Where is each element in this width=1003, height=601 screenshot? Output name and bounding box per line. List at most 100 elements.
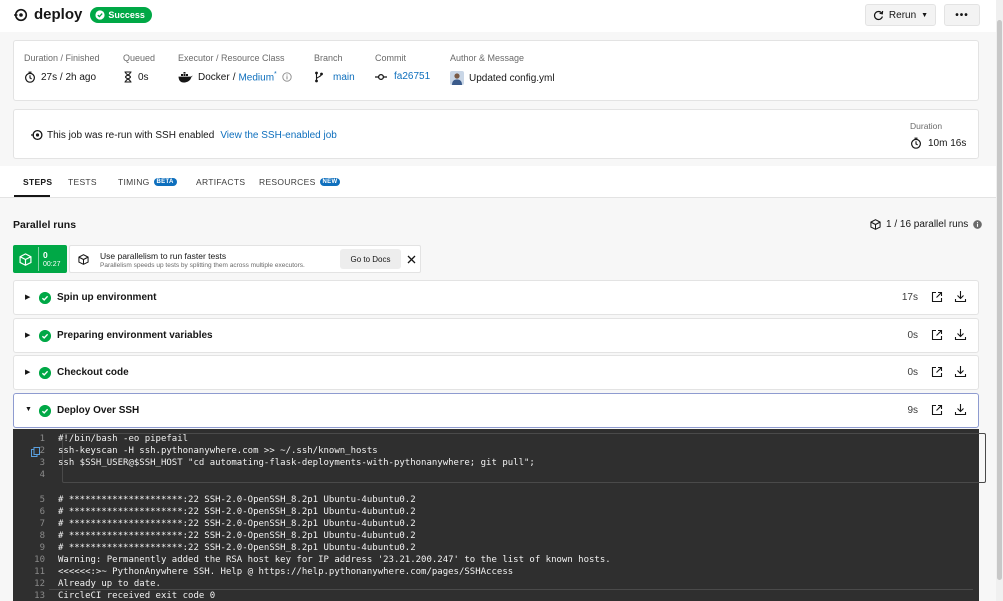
step-duration: 9s: [907, 405, 918, 416]
job-status-icon: [14, 8, 28, 21]
parallel-runs-count: 1 / 16 parallel runs: [870, 219, 983, 230]
ssh-job-link[interactable]: View the SSH-enabled job: [220, 130, 337, 141]
step-deploy-over-ssh[interactable]: ▼ Deploy Over SSH 9s: [13, 393, 979, 428]
external-link-icon[interactable]: [931, 329, 943, 341]
tab-label: TESTS: [68, 177, 97, 187]
hourglass-icon: [124, 71, 132, 83]
cube-icon: [870, 219, 881, 230]
line-text: <<<<<<:>~ PythonAnywhere SSH. Help @ htt…: [58, 567, 514, 577]
line-number: 1: [39, 434, 45, 444]
docker-icon: [178, 71, 193, 83]
tab-label: STEPS: [23, 177, 53, 187]
exit-code-divider: [49, 589, 973, 601]
close-icon[interactable]: [407, 255, 416, 264]
more-actions-button[interactable]: •••: [944, 4, 980, 26]
terminal-line: 8 # *********************:22 SSH-2.0-Open…: [13, 530, 416, 542]
meta-label: Executor / Resource Class: [178, 53, 285, 63]
external-link-icon[interactable]: [931, 366, 943, 378]
rerun-button[interactable]: Rerun ▼: [865, 4, 936, 26]
info-icon[interactable]: [973, 220, 983, 229]
rerun-duration-value: 10m 16s: [928, 137, 967, 149]
line-number: 6: [39, 507, 45, 517]
resource-class-label: Medium: [238, 72, 275, 84]
author-avatar[interactable]: [450, 71, 464, 85]
line-number: 13: [34, 591, 45, 601]
external-link-icon[interactable]: [931, 404, 943, 416]
step-checkout-code[interactable]: ▶ Checkout code 0s: [13, 355, 979, 390]
commit-link[interactable]: fa26751: [394, 71, 430, 82]
line-text: ssh $SSH_USER@$SSH_HOST "cd automating-f…: [58, 458, 535, 468]
parallelism-tip: Use parallelism to run faster tests Para…: [69, 245, 421, 273]
download-icon[interactable]: [954, 328, 967, 341]
ssh-job-icon: [31, 129, 43, 141]
line-number: 3: [39, 458, 45, 468]
cube-icon: [78, 254, 89, 265]
scrollbar-thumb[interactable]: [997, 20, 1002, 580]
terminal-line: 1 #!/bin/bash -eo pipefail: [13, 433, 188, 445]
caret-right-icon: ▶: [25, 332, 31, 339]
meta-value: 0s: [138, 71, 149, 83]
terminal-line: 9 # *********************:22 SSH-2.0-Open…: [13, 542, 416, 554]
job-header: deploy Success: [14, 6, 152, 23]
line-text: [53, 469, 58, 481]
meta-label: Queued: [123, 53, 156, 63]
timer-icon: [24, 71, 36, 83]
status-label: Success: [108, 9, 145, 20]
meta-label: Duration / Finished: [24, 53, 100, 63]
check-circle-icon: [39, 367, 51, 379]
step-output-terminal[interactable]: 1 #!/bin/bash -eo pipefail 2 ssh-keyscan -…: [13, 429, 986, 601]
meta-value: 27s / 2h ago: [41, 71, 97, 83]
caret-right-icon: ▶: [25, 294, 31, 301]
tab-resources[interactable]: RESOURCES NEW: [259, 177, 341, 187]
tab-steps[interactable]: STEPS: [23, 177, 52, 187]
meta-commit: Commit fa26751: [375, 53, 430, 82]
terminal-line: 10 Warning: Permanently added the RSA hos…: [13, 554, 611, 566]
step-name: Deploy Over SSH: [57, 405, 140, 416]
rerun-notice-text: This job was re-run with SSH enabled: [47, 129, 215, 141]
step-name: Checkout code: [57, 367, 129, 378]
rerun-notice-card: This job was re-run with SSH enabled Vie…: [13, 109, 979, 159]
check-circle-icon: [95, 9, 105, 20]
meta-executor: Executor / Resource Class Docker / Mediu…: [178, 53, 292, 83]
caret-right-icon: ▶: [25, 369, 31, 376]
tab-tests[interactable]: TESTS: [68, 177, 97, 187]
terminal-line: 11 <<<<<<:>~ PythonAnywhere SSH. Help @ h…: [13, 566, 513, 578]
page-scrollbar[interactable]: [996, 0, 1003, 601]
meta-duration: Duration / Finished 27s / 2h ago: [24, 53, 100, 83]
meta-label: Branch: [314, 53, 343, 63]
download-icon[interactable]: [954, 290, 967, 303]
line-text: # *********************:22 SSH-2.0-OpenS…: [58, 507, 416, 517]
go-to-docs-button[interactable]: Go to Docs: [340, 249, 401, 269]
rerun-label: Rerun: [888, 9, 917, 21]
line-text: # *********************:22 SSH-2.0-OpenS…: [58, 495, 416, 505]
parallel-run-tile[interactable]: 0 00:27: [13, 245, 67, 273]
step-preparing-env-vars[interactable]: ▶ Preparing environment variables 0s: [13, 318, 979, 353]
meta-label: Commit: [375, 53, 406, 63]
terminal-line: 4: [13, 469, 58, 481]
executor-value: Docker: [198, 71, 230, 83]
external-link-icon[interactable]: [931, 291, 943, 303]
line-number: 9: [39, 543, 45, 553]
download-icon[interactable]: [954, 365, 967, 378]
parallel-runs-text: 1 / 16 parallel runs: [886, 219, 969, 230]
tab-timing[interactable]: TIMING BETA: [118, 177, 177, 187]
line-number: 10: [34, 555, 45, 565]
tab-artifacts[interactable]: ARTIFACTS: [196, 177, 245, 187]
line-number: 11: [34, 567, 45, 577]
top-bar: deploy Success Rerun ▼ •••: [0, 0, 1003, 32]
download-icon[interactable]: [954, 403, 967, 416]
terminal-line: 5 # *********************:22 SSH-2.0-Open…: [13, 494, 416, 506]
step-duration: 0s: [907, 367, 918, 378]
resource-class-link[interactable]: Medium*: [238, 71, 276, 83]
line-number: 8: [39, 531, 45, 541]
branch-icon: [315, 71, 323, 83]
cube-icon: [19, 253, 32, 266]
info-icon[interactable]: [282, 72, 292, 82]
check-circle-icon: [39, 292, 51, 304]
branch-link[interactable]: main: [333, 72, 355, 83]
line-text: # *********************:22 SSH-2.0-OpenS…: [58, 531, 416, 541]
go-to-docs-label: Go to Docs: [350, 254, 391, 264]
parallel-runs-title: Parallel runs: [13, 219, 77, 231]
step-spin-up-environment[interactable]: ▶ Spin up environment 17s: [13, 280, 979, 315]
tip-subtitle: Parallelism speeds up tests by splitting…: [100, 262, 305, 269]
